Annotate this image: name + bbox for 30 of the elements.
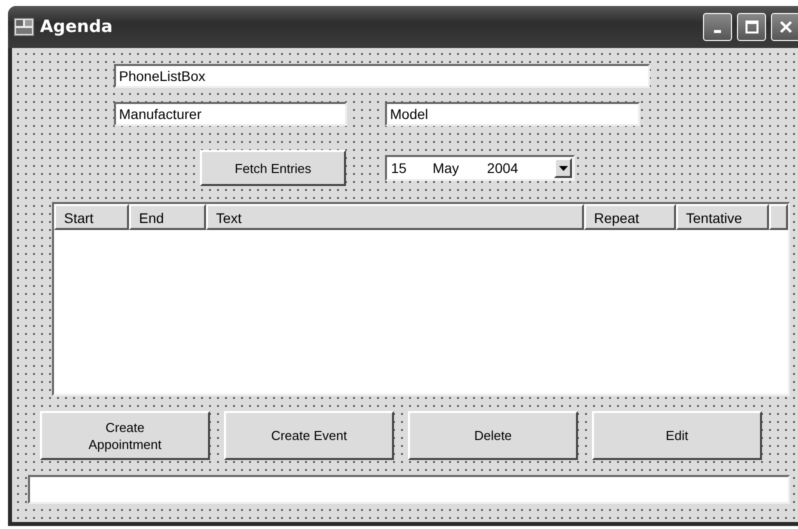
- minimize-button[interactable]: [703, 13, 732, 41]
- column-header[interactable]: [769, 204, 788, 230]
- maximize-icon: [744, 20, 758, 34]
- dropdown-button[interactable]: [554, 158, 572, 178]
- fetch-entries-button[interactable]: Fetch Entries: [200, 150, 346, 186]
- date-year: 2004: [487, 160, 518, 176]
- list-view[interactable]: Start End Text Repeat Tentative: [52, 202, 790, 396]
- close-button[interactable]: [771, 13, 798, 41]
- action-button[interactable]: Create Event: [224, 411, 394, 460]
- column-header[interactable]: Start: [54, 204, 129, 230]
- column-header[interactable]: Tentative: [676, 204, 769, 230]
- manufacturer-field[interactable]: Manufacturer: [114, 102, 347, 126]
- date-day: 15: [391, 160, 407, 176]
- date-picker[interactable]: 15 May 2004: [385, 155, 575, 181]
- action-button[interactable]: Create Appointment: [40, 411, 210, 460]
- date-month: May: [432, 160, 460, 176]
- maximize-button[interactable]: [737, 13, 766, 41]
- action-button[interactable]: Delete: [408, 411, 578, 460]
- window-title: Agenda: [40, 17, 113, 37]
- minimize-icon: [714, 30, 721, 32]
- model-field[interactable]: Model: [385, 102, 640, 126]
- column-header[interactable]: Text: [206, 204, 584, 230]
- form-icon: [14, 18, 34, 36]
- status-field[interactable]: [28, 475, 790, 504]
- phone-list-box[interactable]: PhoneListBox: [114, 64, 650, 88]
- caret-icon: [558, 166, 568, 170]
- close-icon: [778, 20, 792, 34]
- column-header[interactable]: End: [129, 204, 206, 230]
- action-button[interactable]: Edit: [592, 411, 762, 460]
- column-header[interactable]: Repeat: [584, 204, 676, 230]
